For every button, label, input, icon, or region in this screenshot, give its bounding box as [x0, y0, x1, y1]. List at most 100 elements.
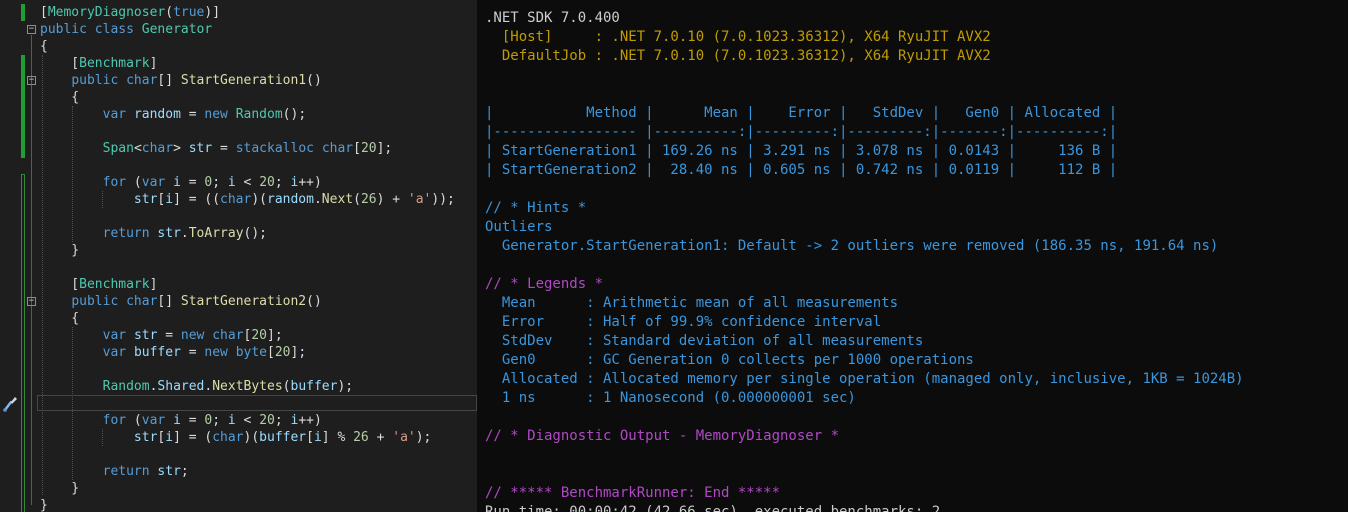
code-token: i [173, 175, 181, 190]
code-line[interactable]: public char[] StartGeneration2() [40, 293, 322, 310]
code-token: NextBytes [212, 379, 283, 394]
code-token: ; [212, 413, 228, 428]
code-token: 26 [360, 192, 377, 207]
code-line[interactable]: return str.ToArray(); [40, 225, 267, 242]
code-token: Next [321, 192, 354, 207]
code-token: < [133, 141, 142, 156]
paintbrush-icon[interactable] [2, 394, 18, 412]
code-token: [ [267, 345, 275, 360]
code-token: )] [204, 5, 221, 20]
code-token: (); [282, 107, 307, 122]
code-line[interactable]: for (var i = 0; i < 20; i++) [40, 412, 322, 429]
code-token: public [71, 73, 119, 88]
code-token: ]; [290, 345, 307, 360]
code-token: StartGeneration2 [180, 294, 307, 309]
code-line[interactable]: for (var i = 0; i < 20; i++) [40, 174, 322, 191]
code-token: ++) [298, 413, 322, 428]
code-token: ; [274, 413, 291, 428]
code-line[interactable]: Span<char> str = stackalloc char[20]; [40, 140, 393, 157]
code-token: i [227, 175, 236, 190]
fold-toggle-icon[interactable]: − [27, 76, 36, 85]
saved-change-marker [21, 174, 25, 512]
code-token: 20 [360, 141, 377, 156]
code-editor[interactable]: − − − [MemoryDiagnoser(true)] public clas… [0, 0, 477, 512]
code-token: Benchmark [79, 56, 150, 71]
console-line: 1 ns : 1 Nanosecond (0.000000001 sec) [485, 390, 856, 406]
change-marker [21, 4, 25, 21]
code-line[interactable]: str[i] = ((char)(random.Next(26) + 'a'))… [40, 191, 455, 208]
code-line[interactable]: [MemoryDiagnoser(true)] [40, 4, 220, 21]
code-line[interactable]: var buffer = new byte[20]; [40, 344, 307, 361]
code-line[interactable]: var str = new char[20]; [40, 327, 283, 344]
code-token: char [141, 141, 174, 156]
code-token: var [102, 345, 127, 360]
code-token: } [40, 498, 48, 512]
console-line: DefaultJob : .NET 7.0.10 (7.0.1023.36312… [485, 48, 991, 64]
code-token: } [40, 243, 80, 258]
code-line[interactable]: { [40, 89, 79, 106]
code-token: )( [251, 192, 267, 207]
code-token: () [306, 294, 322, 309]
code-token: + [368, 430, 393, 445]
code-line[interactable]: str[i] = (char)(buffer[i] % 26 + 'a'); [40, 429, 431, 446]
code-token: = [180, 107, 205, 122]
code-token: Random [235, 107, 283, 122]
code-token: [ [40, 5, 48, 20]
code-token: str [133, 328, 158, 343]
code-token: [ [40, 56, 80, 71]
fold-guide [31, 35, 32, 505]
code-token: = [157, 328, 181, 343]
code-line[interactable]: } [40, 480, 79, 497]
code-token: class [94, 22, 134, 37]
code-token: Benchmark [79, 277, 150, 292]
code-token: ( [353, 192, 361, 207]
code-token: char [212, 328, 244, 343]
code-token: 20 [274, 345, 291, 360]
code-line[interactable]: return str; [40, 463, 189, 480]
code-token: ( [282, 379, 291, 394]
code-token: char [126, 73, 158, 88]
code-token: i [173, 413, 181, 428]
code-token: ] % [321, 430, 354, 445]
code-token: (); [243, 226, 268, 241]
code-line[interactable]: Random.Shared.NextBytes(buffer); [40, 378, 354, 395]
code-token: char [126, 294, 158, 309]
code-token: ] = (( [173, 192, 221, 207]
code-line[interactable]: public class Generator [40, 21, 212, 38]
code-line[interactable]: public char[] StartGeneration1() [40, 72, 321, 89]
code-line[interactable]: var random = new Random(); [40, 106, 307, 123]
code-token: 26 [353, 430, 369, 445]
code-line[interactable]: { [40, 38, 48, 55]
code-token: )( [243, 430, 260, 445]
console-line: // * Diagnostic Output - MemoryDiagnoser… [485, 428, 840, 444]
terminal-output[interactable]: .NET SDK 7.0.400 [Host] : .NET 7.0.10 (7… [477, 0, 1348, 512]
console-line: Generator.StartGeneration1: Default -> 2… [485, 238, 1219, 254]
code-token: ]; [267, 328, 283, 343]
code-token: i [227, 413, 236, 428]
console-line: Gen0 : GC Generation 0 collects per 1000… [485, 352, 974, 368]
code-line[interactable]: { [40, 310, 79, 327]
fold-toggle-icon[interactable]: − [27, 297, 36, 306]
code-line[interactable]: [Benchmark] [40, 276, 157, 293]
code-token: 'a' [407, 192, 432, 207]
code-token: ; [274, 175, 291, 190]
code-line[interactable]: } [40, 497, 48, 512]
fold-toggle-icon[interactable]: − [27, 25, 36, 34]
code-line[interactable]: [Benchmark] [40, 55, 157, 72]
code-line[interactable]: } [40, 242, 79, 259]
code-token: var [102, 328, 127, 343]
code-token: for [102, 175, 127, 190]
